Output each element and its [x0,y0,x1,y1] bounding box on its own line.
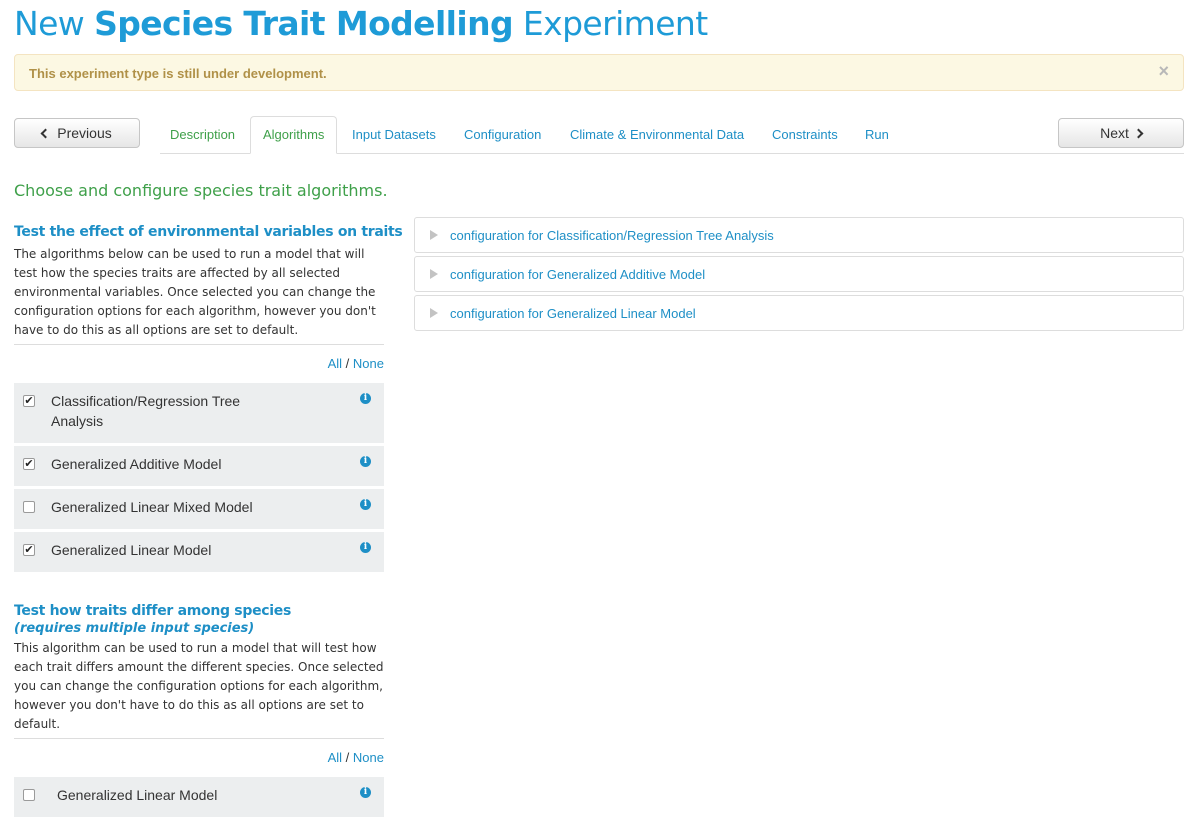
algorithm-label: Classification/Regression Tree Analysis [51,393,241,429]
info-icon[interactable]: i [360,499,371,510]
algorithm-row[interactable]: Generalized Linear Mixed Model i [14,489,384,529]
tab-algorithms[interactable]: Algorithms [250,116,338,154]
intro-text: Choose and configure species trait algor… [14,181,388,200]
config-accordion[interactable]: configuration for Classification/Regress… [414,217,1184,253]
config-accordion[interactable]: configuration for Generalized Additive M… [414,256,1184,292]
section-environment-description: The algorithms below can be used to run … [14,247,376,337]
algorithm-checkbox[interactable]: ✔ [23,458,35,470]
config-accordion[interactable]: configuration for Generalized Linear Mod… [414,295,1184,331]
previous-button[interactable]: Previous [14,118,140,148]
page-title: New Species Trait Modelling Experiment [14,4,708,43]
config-accordion-label: configuration for Classification/Regress… [450,228,774,243]
separator: / [345,356,350,371]
section-species-title: Test how traits differ among species [14,603,291,619]
algorithm-checkbox[interactable] [23,789,35,801]
divider [14,738,384,739]
algorithm-row[interactable]: ✔ Classification/Regression Tree Analysi… [14,383,384,443]
algorithm-label: Generalized Additive Model [51,456,222,472]
alert-text: This experiment type is still under deve… [29,66,327,81]
previous-label: Previous [57,125,112,141]
tab-input-datasets[interactable]: Input Datasets [352,127,436,142]
tab-description[interactable]: Description [170,127,235,142]
tab-constraints[interactable]: Constraints [772,127,838,142]
tab-run[interactable]: Run [865,127,889,142]
algorithm-label: Generalized Linear Model [51,542,212,558]
next-button[interactable]: Next [1058,118,1184,148]
select-all-link[interactable]: All [328,750,342,765]
select-all-none: All / None [328,356,384,371]
select-all-none: All / None [328,750,384,765]
section-species-subtitle: (requires multiple input species) [14,621,255,636]
title-strong: Species Trait Modelling [94,4,514,43]
next-label: Next [1100,125,1129,141]
algorithm-checkbox[interactable]: ✔ [23,395,35,407]
info-icon[interactable]: i [360,456,371,467]
close-icon[interactable]: × [1158,62,1169,80]
algorithm-row[interactable]: ✔ Generalized Linear Model i [14,532,384,572]
title-prefix: New [14,4,85,43]
algorithm-label: Generalized Linear Mixed Model [51,499,253,515]
algorithm-row[interactable]: ✔ Generalized Additive Model i [14,446,384,486]
chevron-left-icon [40,128,51,139]
select-all-link[interactable]: All [328,356,342,371]
expand-triangle-icon [430,269,438,279]
algorithm-checkbox[interactable] [23,501,35,513]
tab-configuration[interactable]: Configuration [464,127,541,142]
chevron-right-icon [1133,128,1144,139]
select-none-link[interactable]: None [353,750,384,765]
section-environment-title: Test the effect of environmental variabl… [14,224,403,240]
algorithm-row[interactable]: Generalized Linear Model i [14,777,384,817]
separator: / [345,750,350,765]
tab-climate-environmental-data[interactable]: Climate & Environmental Data [570,127,744,142]
config-accordion-label: configuration for Generalized Additive M… [450,267,706,282]
expand-triangle-icon [430,230,438,240]
algorithm-label: Generalized Linear Model [57,787,218,803]
info-icon[interactable]: i [360,542,371,553]
section-species-description: This algorithm can be used to run a mode… [14,641,384,731]
development-alert: This experiment type is still under deve… [14,54,1184,91]
title-suffix: Experiment [522,4,708,43]
algorithm-checkbox[interactable]: ✔ [23,544,35,556]
info-icon[interactable]: i [360,787,371,798]
config-accordion-label: configuration for Generalized Linear Mod… [450,306,696,321]
divider [14,344,384,345]
select-none-link[interactable]: None [353,356,384,371]
info-icon[interactable]: i [360,393,371,404]
expand-triangle-icon [430,308,438,318]
